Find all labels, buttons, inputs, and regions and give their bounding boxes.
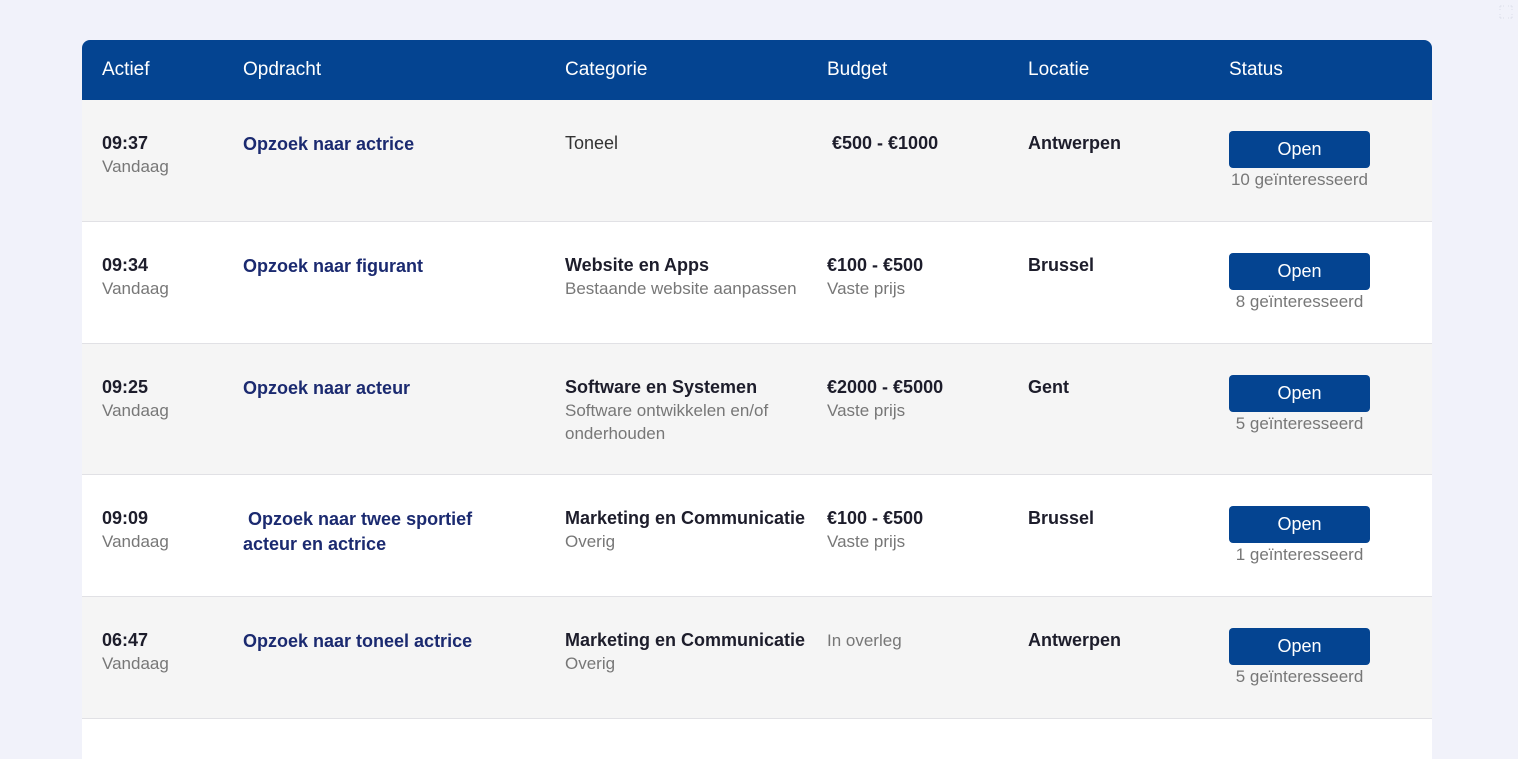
assignment-title-link[interactable]: Opzoek naar figurant <box>243 254 503 279</box>
row-category: Toneel <box>565 133 619 153</box>
table-row[interactable]: 09:09 Vandaag Opzoek naar twee sportief … <box>82 475 1432 597</box>
interested-count: 5 geïnteresseerd <box>1235 667 1364 686</box>
header-budget: Budget <box>827 59 888 80</box>
row-category: Software en Systemen <box>565 377 758 397</box>
row-budget: €2000 - €5000 <box>827 377 944 397</box>
row-day: Vandaag <box>102 401 169 420</box>
row-category: Marketing en Communicatie <box>565 508 806 528</box>
row-day: Vandaag <box>102 654 169 673</box>
table-row[interactable]: 09:37 Vandaag Opzoek naar actrice Toneel… <box>82 100 1432 222</box>
assignments-table: Actief Opdracht Categorie Budget Locatie… <box>82 40 1432 759</box>
interested-count: 8 geïnteresseerd <box>1235 292 1364 311</box>
row-subcategory: Overig <box>565 532 616 551</box>
table-row[interactable]: 09:25 Vandaag Opzoek naar acteur Softwar… <box>82 344 1432 475</box>
row-location: Gent <box>1028 377 1070 397</box>
row-time: 06:47 <box>102 630 149 650</box>
interested-count: 5 geïnteresseerd <box>1235 414 1364 433</box>
status-open-button[interactable]: Open <box>1229 506 1370 543</box>
status-open-button[interactable]: Open <box>1229 628 1370 665</box>
expand-icon <box>1499 5 1513 19</box>
row-location: Brussel <box>1028 255 1095 275</box>
row-day: Vandaag <box>102 532 169 551</box>
header-location: Locatie <box>1028 59 1090 80</box>
row-day: Vandaag <box>102 279 169 298</box>
row-budget-note: Vaste prijs <box>827 279 906 298</box>
row-budget-note: In overleg <box>827 631 902 650</box>
row-location: Antwerpen <box>1028 630 1122 650</box>
assignment-title-link[interactable]: Opzoek naar actrice <box>243 132 503 157</box>
assignment-title-link[interactable]: Opzoek naar acteur <box>243 376 503 401</box>
header-status: Status <box>1229 59 1283 80</box>
row-budget-note: Vaste prijs <box>827 401 906 420</box>
row-time: 09:09 <box>102 508 149 528</box>
row-location: Brussel <box>1028 508 1095 528</box>
table-row[interactable]: 06:47 Vandaag Opzoek naar toneel actrice… <box>82 597 1432 719</box>
row-time: 09:25 <box>102 377 149 397</box>
table-header: Actief Opdracht Categorie Budget Locatie… <box>82 40 1432 100</box>
row-category: Website en Apps <box>565 255 710 275</box>
header-category: Categorie <box>565 59 648 80</box>
row-day: Vandaag <box>102 157 169 176</box>
interested-count: 10 geïnteresseerd <box>1230 170 1369 189</box>
row-budget: €500 - €1000 <box>827 133 939 153</box>
interested-count: 1 geïnteresseerd <box>1235 545 1364 564</box>
row-category: Marketing en Communicatie <box>565 630 806 650</box>
table-row[interactable] <box>82 719 1432 759</box>
header-active: Actief <box>102 59 150 80</box>
row-subcategory: Overig <box>565 654 616 673</box>
row-budget: €100 - €500 <box>827 255 924 275</box>
row-subcategory: Software ontwikkelen en/of onderhouden <box>565 401 769 443</box>
assignment-title-link[interactable]: Opzoek naar toneel actrice <box>243 629 503 654</box>
table-row[interactable]: 09:34 Vandaag Opzoek naar figurant Websi… <box>82 222 1432 344</box>
row-time: 09:34 <box>102 255 149 275</box>
assignment-title-link[interactable]: Opzoek naar twee sportief acteur en actr… <box>243 507 483 557</box>
status-open-button[interactable]: Open <box>1229 253 1370 290</box>
row-subcategory: Bestaande website aanpassen <box>565 279 797 298</box>
row-time: 09:37 <box>102 133 149 153</box>
row-budget: €100 - €500 <box>827 508 924 528</box>
row-budget-note: Vaste prijs <box>827 532 906 551</box>
status-open-button[interactable]: Open <box>1229 131 1370 168</box>
header-task: Opdracht <box>243 59 322 80</box>
status-open-button[interactable]: Open <box>1229 375 1370 412</box>
row-location: Antwerpen <box>1028 133 1122 153</box>
